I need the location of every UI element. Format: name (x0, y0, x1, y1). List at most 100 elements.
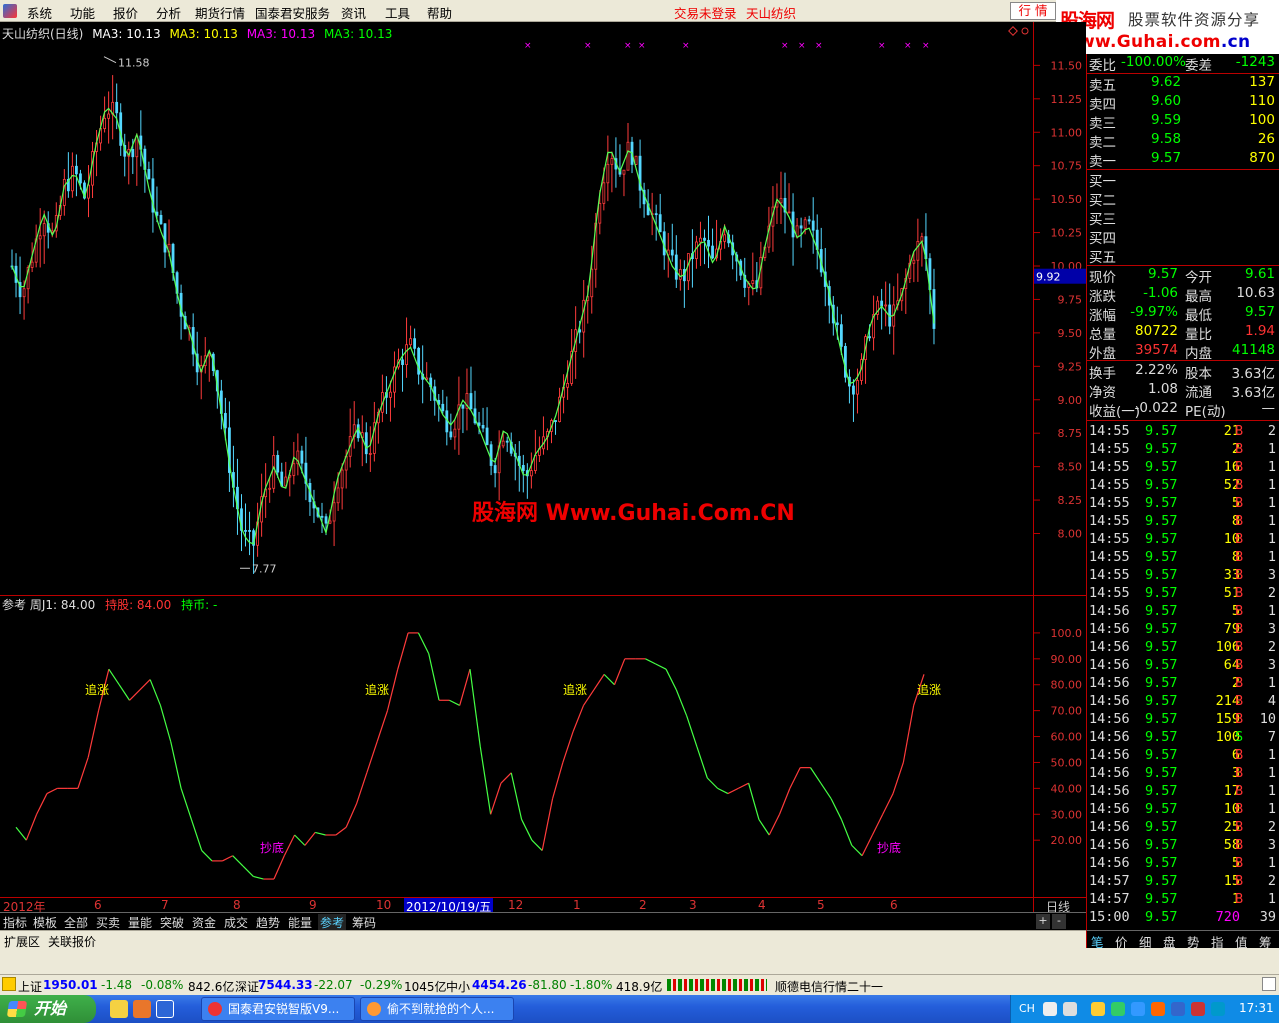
tick-row[interactable]: 14:55 9.57 16 B 1 (1087, 459, 1279, 477)
tab-capital[interactable]: 资金 (190, 914, 218, 931)
quicklaunch-folder-icon[interactable] (110, 1000, 128, 1018)
tick-row[interactable]: 14:57 9.57 1 B 1 (1087, 891, 1279, 909)
candle-body (276, 455, 280, 473)
tick-row[interactable]: 14:56 9.57 214 B 4 (1087, 693, 1279, 711)
ind-segment (36, 793, 48, 815)
tab-chips[interactable]: 筹码 (350, 914, 378, 931)
candle-body (244, 529, 247, 532)
input-language[interactable]: CH (1019, 1002, 1035, 1015)
tick-row[interactable]: 14:56 9.57 106 B 2 (1087, 639, 1279, 657)
tick-row[interactable]: 14:56 9.57 5 B 1 (1087, 855, 1279, 873)
scroll-right-icon[interactable] (1262, 977, 1276, 991)
tick-row[interactable]: 14:56 9.57 17 B 1 (1087, 783, 1279, 801)
menu-futures[interactable]: 期货行情 (195, 3, 245, 22)
quicklaunch-browser-icon[interactable] (133, 1000, 151, 1018)
price-chart[interactable]: 11.5011.2511.0010.7510.5010.2510.009.759… (0, 22, 1086, 595)
tab-all[interactable]: 全部 (62, 914, 90, 931)
status-icon[interactable] (2, 977, 16, 991)
date-label: 2 (639, 898, 647, 912)
tick-row[interactable]: 14:56 9.57 25 B 2 (1087, 819, 1279, 837)
tick-row[interactable]: 14:55 9.57 21 B 2 (1087, 423, 1279, 441)
tab-reference[interactable]: 参考 (318, 914, 347, 931)
y-tick-label: 10.50 (1051, 193, 1083, 206)
date-axis: 2012年 6 7 8 9 10 2012/10/19/五 12 1 2 3 4… (0, 897, 1086, 915)
signal-marker: × (624, 41, 632, 51)
tray-help-icon[interactable] (1063, 1002, 1077, 1016)
candle-body (799, 225, 803, 229)
tick-row[interactable]: 14:55 9.57 33 B 3 (1087, 567, 1279, 585)
y-tick-label: 10.75 (1051, 160, 1083, 173)
menu-analysis[interactable]: 分析 (156, 3, 181, 22)
tray-keyboard-icon[interactable] (1043, 1002, 1057, 1016)
tick-row[interactable]: 15:00 9.57 720 39 (1087, 909, 1279, 927)
tray-alert-icon[interactable] (1191, 1002, 1205, 1016)
candle-body (707, 239, 710, 247)
tick-row[interactable]: 14:56 9.57 100 S 7 (1087, 729, 1279, 747)
menu-gtja-service[interactable]: 国泰君安服务 (255, 3, 330, 22)
tick-row[interactable]: 14:55 9.57 8 B 1 (1087, 549, 1279, 567)
tick-row[interactable]: 14:56 9.57 5 B 1 (1087, 603, 1279, 621)
candle-body (368, 452, 372, 455)
menu-help[interactable]: 帮助 (427, 3, 452, 22)
start-button[interactable]: 开始 (0, 995, 96, 1023)
candle-body (461, 404, 465, 409)
zoom-out-button[interactable]: - (1052, 914, 1066, 929)
tab-energy[interactable]: 能量 (286, 914, 314, 931)
tick-row[interactable]: 14:56 9.57 3 B 1 (1087, 765, 1279, 783)
zoom-in-button[interactable]: + (1036, 914, 1050, 929)
tab-indicator[interactable]: 指标 (1, 914, 29, 931)
candle-body (803, 219, 807, 229)
zx-change: -81.80 (528, 978, 567, 992)
tick-row[interactable]: 14:55 9.57 2 B 1 (1087, 441, 1279, 459)
quote-button[interactable]: 行 情 (1010, 2, 1056, 20)
tab-buysell[interactable]: 买卖 (94, 914, 122, 931)
tick-row[interactable]: 14:55 9.57 10 B 1 (1087, 531, 1279, 549)
tab-deal[interactable]: 成交 (222, 914, 250, 931)
tick-row[interactable]: 14:56 9.57 10 B 1 (1087, 801, 1279, 819)
ind-tick-label: 70.00 (1051, 705, 1083, 718)
zx-pct: -1.80% (570, 978, 613, 992)
candle-body (292, 463, 296, 476)
tray-qq-icon[interactable] (1091, 1002, 1105, 1016)
candle-body (115, 101, 119, 114)
chart-area[interactable]: 11.50 11.25 11.00 10.75 10.50 10.25 10.00 9.75 9… (0, 22, 1086, 915)
signal-marker: × (878, 41, 886, 51)
tab-breakout[interactable]: 突破 (158, 914, 186, 931)
menu-news[interactable]: 资讯 (341, 3, 366, 22)
tray-shield-icon[interactable] (1171, 1002, 1185, 1016)
tick-row[interactable]: 14:56 9.57 79 B 3 (1087, 621, 1279, 639)
tick-row[interactable]: 14:55 9.57 52 B 1 (1087, 477, 1279, 495)
ind-tick-label: 60.00 (1051, 731, 1083, 744)
tick-row[interactable]: 14:56 9.57 58 B 3 (1087, 837, 1279, 855)
menu-quote[interactable]: 报价 (113, 3, 138, 22)
tray-volume-icon[interactable] (1211, 1002, 1225, 1016)
tray-app-icon[interactable] (1151, 1002, 1165, 1016)
tick-row[interactable]: 14:56 9.57 2 B 1 (1087, 675, 1279, 693)
taskbar-task-gtja[interactable]: 国泰君安锐智版V9... (201, 997, 355, 1021)
trade-login-status[interactable]: 交易未登录 (674, 3, 737, 22)
quicklaunch-app-icon[interactable] (156, 1000, 174, 1018)
tick-row[interactable]: 14:57 9.57 15 B 2 (1087, 873, 1279, 891)
tick-row[interactable]: 14:56 9.57 6 B 1 (1087, 747, 1279, 765)
tab-template[interactable]: 模板 (31, 914, 59, 931)
tab-volume[interactable]: 量能 (126, 914, 154, 931)
current-stock-name: 天山纺织 (746, 6, 797, 21)
sh-label: 上证 (18, 980, 43, 994)
tray-network-icon[interactable] (1131, 1002, 1145, 1016)
tick-row[interactable]: 14:56 9.57 64 B 3 (1087, 657, 1279, 675)
tick-row[interactable]: 14:56 9.57 159 B 10 (1087, 711, 1279, 729)
tick-row[interactable]: 14:55 9.57 5 B 1 (1087, 495, 1279, 513)
tab-trend[interactable]: 趋势 (254, 914, 282, 931)
tick-row[interactable]: 14:55 9.57 51 B 2 (1087, 585, 1279, 603)
tick-row[interactable]: 14:55 9.57 8 B 1 (1087, 513, 1279, 531)
taskbar-task-browser[interactable]: 偷不到就抢的个人... (360, 997, 514, 1021)
indicator-chart[interactable]: 100.0 90.00 80.00 70.00 60.00 50.00 40.00 30.00… (0, 602, 1086, 897)
brand-banner: 股海网 股票软件资源分享 Www.Guhai.com.cn (1056, 0, 1279, 54)
candle-body (481, 425, 485, 429)
signal-bottom-label: 抄底 (877, 840, 901, 855)
tray-sound-icon[interactable] (1111, 1002, 1125, 1016)
menu-system[interactable]: 系统 (27, 3, 52, 22)
menu-tools[interactable]: 工具 (385, 3, 410, 22)
app-logo-icon[interactable] (3, 4, 17, 18)
menu-function[interactable]: 功能 (70, 3, 95, 22)
